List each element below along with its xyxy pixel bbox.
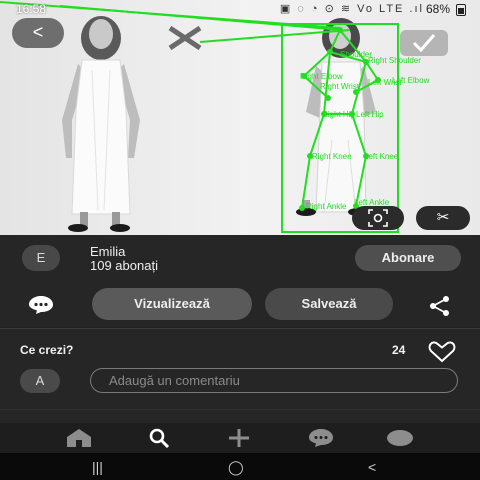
checkmark-icon: [412, 34, 436, 53]
pose-label-right-wrist: Right Wrist: [320, 82, 359, 91]
pose-label-right-hip: Right Hip: [322, 110, 355, 119]
share-icon[interactable]: [428, 295, 452, 317]
home-icon[interactable]: [64, 428, 94, 448]
visual-search-button[interactable]: [352, 206, 404, 230]
comments-section: Ce crezi? 24 A: [0, 329, 480, 409]
pose-label-right-shoulder: Right Shoulder: [368, 56, 421, 65]
check-button[interactable]: [400, 30, 448, 56]
recents-button[interactable]: |||: [92, 459, 103, 475]
status-bar: 16:58 ▣ ◌ ◔ ⊙ ≋ Vo LTE .ıl 68%: [0, 0, 480, 20]
home-button[interactable]: ◯: [228, 459, 244, 476]
comment-avatar: A: [20, 369, 60, 393]
pose-label-left-hip: Left Hip: [356, 110, 384, 119]
save-button[interactable]: Salvează: [265, 288, 393, 320]
system-back-button[interactable]: <: [368, 459, 376, 475]
follower-count: 109 abonați: [90, 258, 158, 273]
pose-label-left-wrist: Left Wrist: [368, 78, 402, 87]
scissors-button[interactable]: ✂: [416, 206, 470, 230]
profile-icon[interactable]: [386, 428, 416, 448]
profile-name[interactable]: Emilia: [90, 244, 125, 259]
pose-label-right-elbow: Right Elbow: [300, 72, 343, 81]
pose-label-left-knee: Left Knee: [364, 152, 399, 161]
avatar[interactable]: E: [22, 245, 60, 271]
create-icon[interactable]: [224, 428, 254, 448]
scissors-icon: ✂: [436, 209, 450, 226]
status-time: 16:58: [16, 2, 47, 16]
pose-label-right-knee: Right Knee: [312, 152, 352, 161]
pin-image[interactable]: Shoulder Right Shoulder Right Elbow Left…: [0, 0, 480, 235]
battery-percent: 68%: [425, 2, 450, 16]
search-icon[interactable]: [144, 428, 174, 448]
back-button[interactable]: <: [12, 18, 64, 48]
messages-icon[interactable]: [306, 428, 336, 448]
likes-count: 24: [392, 343, 406, 357]
status-icons: ▣ ◌ ◔ ⊙ ≋ Vo LTE .ıl: [279, 3, 424, 15]
follow-button[interactable]: Abonare: [355, 245, 461, 271]
visualize-button[interactable]: Vizualizează: [92, 288, 252, 320]
close-icon[interactable]: [162, 26, 210, 50]
lens-icon: [368, 209, 388, 227]
bottom-nav: [0, 423, 480, 453]
pose-label-right-ankle: Right Ankle: [306, 202, 347, 211]
profile-row: E Emilia 109 abonați Abonare: [0, 235, 480, 283]
comment-input[interactable]: [90, 368, 458, 393]
battery-icon: [456, 4, 466, 16]
action-row: Vizualizează Salvează: [0, 283, 480, 327]
comments-title: Ce crezi?: [20, 343, 74, 357]
content-spacer: [0, 409, 480, 423]
system-nav-bar: ||| ◯ <: [0, 453, 480, 480]
comment-bubble-icon[interactable]: [28, 295, 54, 315]
heart-icon[interactable]: [428, 341, 456, 363]
